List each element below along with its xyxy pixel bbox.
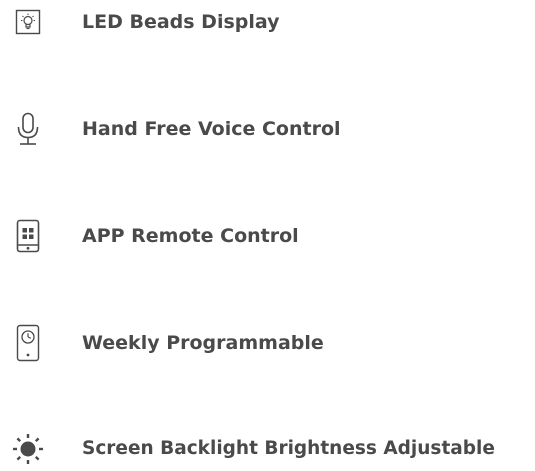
- feature-label: Weekly Programmable: [82, 332, 324, 354]
- feature-label: APP Remote Control: [82, 225, 299, 247]
- phone-app-icon: [10, 214, 46, 258]
- led-bulb-icon: [10, 0, 46, 44]
- feature-weekly-programmable: Weekly Programmable: [0, 321, 535, 365]
- feature-list: LED Beads Display Hand Free Voice Contro…: [0, 0, 535, 465]
- feature-voice-control: Hand Free Voice Control: [0, 107, 535, 151]
- feature-label: LED Beads Display: [82, 11, 280, 33]
- sun-brightness-icon: [10, 427, 46, 471]
- feature-led-beads-display: LED Beads Display: [0, 0, 535, 44]
- clock-device-icon: [10, 321, 46, 365]
- feature-label: Hand Free Voice Control: [82, 118, 341, 140]
- feature-app-remote-control: APP Remote Control: [0, 214, 535, 258]
- feature-label: Screen Backlight Brightness Adjustable: [82, 438, 495, 459]
- microphone-icon: [10, 107, 46, 151]
- feature-backlight-brightness: Screen Backlight Brightness Adjustable: [0, 427, 535, 471]
